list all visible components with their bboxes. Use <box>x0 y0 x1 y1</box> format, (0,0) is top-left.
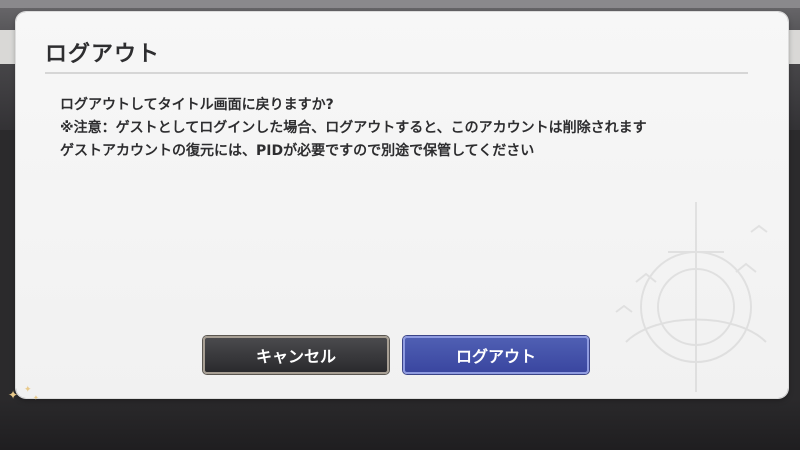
decorative-emblem-icon <box>615 202 768 392</box>
dialog-message: ログアウトしてタイトル画面に戻りますか? ※注意：ゲストとしてログインした場合、… <box>60 94 760 163</box>
sparkle-icon: ✦ <box>8 388 19 402</box>
title-divider <box>45 72 748 74</box>
background-bottom <box>0 400 800 450</box>
message-line: ※注意：ゲストとしてログインした場合、ログアウトすると、このアカウントは削除され… <box>60 120 647 136</box>
cancel-button[interactable]: キャンセル <box>203 336 389 374</box>
sparkle-icon: ✦ <box>33 394 39 402</box>
message-line: ログアウトしてタイトル画面に戻りますか? <box>60 97 334 113</box>
message-line: ゲストアカウントの復元には、PIDが必要ですので別途で保管してください <box>60 143 535 159</box>
dialog-title: ログアウト <box>45 42 161 67</box>
background-top-bar <box>0 0 800 8</box>
logout-dialog: ログアウト ログアウトしてタイトル画面に戻りますか? ※注意：ゲストとしてログイ… <box>16 12 788 398</box>
logout-button[interactable]: ログアウト <box>403 336 589 374</box>
sparkle-icon: ✦ <box>24 385 32 395</box>
